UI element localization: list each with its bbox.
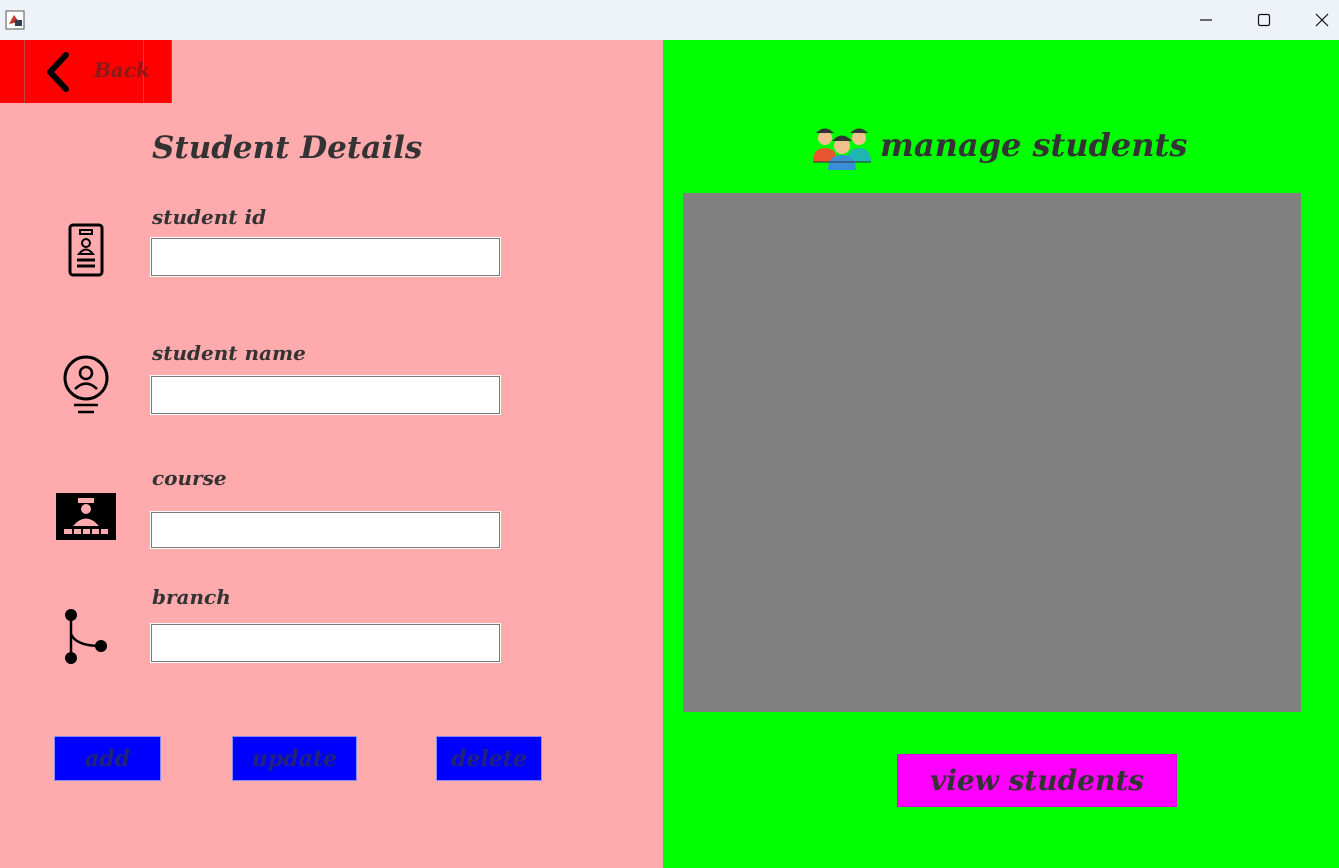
course-input[interactable] (150, 511, 501, 549)
students-group-icon (813, 128, 871, 170)
branch-label: branch (152, 585, 231, 609)
page-title: Student Details (152, 130, 423, 166)
back-button[interactable]: Back (0, 40, 172, 103)
maximize-icon (1257, 13, 1271, 27)
java-app-icon (5, 10, 25, 30)
student-id-label: student id (152, 205, 267, 229)
close-icon (1315, 13, 1329, 27)
update-button[interactable]: update (232, 736, 357, 781)
close-button[interactable] (1293, 0, 1339, 40)
minimize-button[interactable] (1177, 0, 1235, 40)
id-badge-icon (68, 223, 104, 277)
student-details-panel: Back Student Details student id student … (0, 40, 663, 868)
user-profile-icon (63, 355, 109, 414)
students-table[interactable] (683, 193, 1301, 712)
manage-students-panel: manage students view students (663, 40, 1339, 868)
branch-icon (65, 609, 107, 664)
student-name-input[interactable] (150, 375, 501, 415)
back-label: Back (94, 58, 150, 82)
manage-students-title: manage students (880, 126, 1188, 164)
delete-button[interactable]: delete (436, 736, 542, 781)
window-titlebar (0, 0, 1339, 40)
student-id-input[interactable] (150, 237, 501, 277)
back-button-divider (24, 40, 25, 103)
student-name-label: student name (152, 341, 306, 365)
graduate-card-icon (56, 493, 116, 540)
branch-input[interactable] (150, 623, 501, 663)
chevron-left-icon (47, 52, 69, 92)
view-students-button[interactable]: view students (897, 754, 1177, 807)
minimize-icon (1200, 19, 1212, 21)
course-label: course (152, 466, 227, 490)
add-button[interactable]: add (54, 736, 161, 781)
maximize-button[interactable] (1235, 0, 1293, 40)
